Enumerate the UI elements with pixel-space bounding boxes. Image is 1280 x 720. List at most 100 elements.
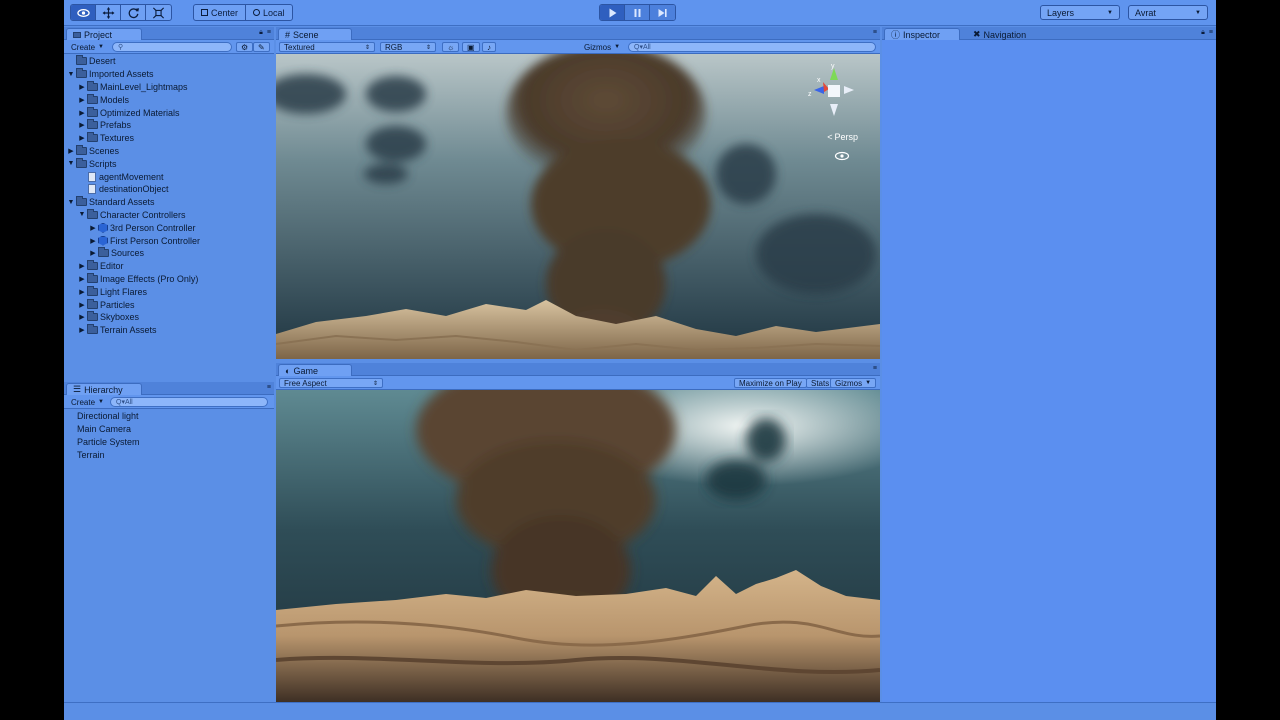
scale-tool-button[interactable] [146, 5, 171, 20]
collapse-arrow-icon[interactable]: ▶ [78, 301, 86, 309]
hierarchy-panel: ☰ Hierarchy ≡ Create ▼ Q▾All Directional… [64, 382, 274, 702]
project-tree-item[interactable]: ▼ Character Controllers [64, 208, 274, 222]
projection-toggle[interactable]: < Persp [827, 132, 858, 142]
lock-icon[interactable]: 🔒︎ [259, 29, 263, 37]
filter-by-type-button[interactable]: ⚙ [236, 42, 254, 52]
collapse-arrow-icon[interactable]: ▶ [78, 121, 86, 129]
scene-orientation-gizmo[interactable]: y z x [804, 62, 864, 122]
hierarchy-search-input[interactable]: Q▾All [110, 397, 268, 407]
hierarchy-item[interactable]: Particle System [64, 436, 274, 449]
scene-search-input[interactable]: Q▾All [628, 42, 876, 52]
project-create-dropdown[interactable]: Create ▼ [67, 42, 108, 52]
project-tree-item[interactable]: ▼ Imported Assets [64, 68, 274, 81]
hierarchy-create-dropdown[interactable]: Create ▼ [67, 397, 108, 407]
game-gizmos-dropdown[interactable]: Gizmos ▼ [830, 378, 877, 388]
menu-icon[interactable]: ≡ [1209, 29, 1213, 37]
project-tree-item[interactable]: agentMovement [64, 170, 274, 183]
local-icon [253, 9, 261, 16]
pivot-center-button[interactable]: Center [194, 5, 247, 20]
project-tree-item[interactable]: ▶ Scenes [64, 144, 274, 158]
tab-project[interactable]: Project [66, 28, 142, 40]
tree-item-label: Prefabs [100, 120, 132, 131]
project-tree-item[interactable]: ▶ First Person Controller [64, 234, 274, 247]
layout-dropdown[interactable]: Avrat ▼ [1128, 5, 1208, 20]
hierarchy-item[interactable]: Terrain [64, 448, 274, 461]
scene-visibility-toggle[interactable] [834, 151, 850, 163]
collapse-arrow-icon[interactable]: ▶ [89, 224, 97, 232]
tab-navigation[interactable]: ✖ Navigation [966, 28, 1042, 40]
hand-tool-button[interactable] [71, 5, 96, 20]
play-button[interactable] [600, 5, 625, 20]
collapse-arrow-icon[interactable]: ▶ [78, 313, 86, 321]
game-render [276, 390, 880, 702]
tab-hierarchy[interactable]: ☰ Hierarchy [66, 383, 142, 395]
lock-icon[interactable]: 🔒︎ [1201, 29, 1205, 37]
axis-gizmo-icon: y z x [808, 63, 854, 116]
tab-game[interactable]: ◐ Game [278, 364, 352, 376]
scene-viewport[interactable]: y z x < Persp [276, 54, 880, 359]
aspect-dropdown[interactable]: Free Aspect ⇕ [279, 378, 383, 388]
collapse-arrow-icon[interactable]: ▶ [78, 288, 86, 296]
project-tree-item[interactable]: destinationObject [64, 183, 274, 196]
filter-by-label-button[interactable]: ✎ [253, 42, 270, 52]
project-tree-item[interactable]: ▶ Skyboxes [64, 311, 274, 324]
project-tree-item[interactable]: ▶ Image Effects (Pro Only) [64, 272, 274, 286]
project-tree-item[interactable]: Desert [64, 55, 274, 68]
scene-effects-toggle[interactable]: ▣ [462, 42, 480, 52]
collapse-arrow-icon[interactable]: ▶ [67, 147, 75, 155]
project-tree-item[interactable]: ▶ Particles [64, 298, 274, 311]
collapse-arrow-icon[interactable]: ▶ [89, 249, 97, 257]
hierarchy-item[interactable]: Directional light [64, 410, 274, 423]
scene-lighting-toggle[interactable]: ☼ [442, 42, 460, 52]
project-tree-item[interactable]: ▼ Standard Assets [64, 196, 274, 209]
expand-arrow-icon[interactable]: ▼ [67, 71, 75, 78]
rotate-tool-button[interactable] [121, 5, 146, 20]
step-button[interactable] [650, 5, 675, 20]
collapse-arrow-icon[interactable]: ▶ [78, 109, 86, 117]
maximize-on-play-toggle[interactable]: Maximize on Play [734, 378, 807, 388]
menu-icon[interactable]: ≡ [873, 29, 877, 36]
expand-arrow-icon[interactable]: ▼ [78, 211, 86, 218]
scene-gizmos-dropdown[interactable]: Gizmos ▼ [580, 42, 624, 52]
expand-arrow-icon[interactable]: ▼ [67, 160, 75, 167]
dropdown-arrow-icon: ⇕ [425, 44, 431, 51]
collapse-arrow-icon[interactable]: ▶ [78, 83, 86, 91]
pivot-local-button[interactable]: Local [246, 5, 292, 20]
layers-dropdown[interactable]: Layers ▼ [1040, 5, 1120, 20]
project-tree-item[interactable]: ▶ Light Flares [64, 285, 274, 298]
menu-icon[interactable]: ≡ [873, 365, 877, 372]
game-viewport[interactable] [276, 390, 880, 702]
move-tool-button[interactable] [96, 5, 121, 20]
tree-item-label: Light Flares [100, 286, 148, 297]
expand-arrow-icon[interactable]: ▼ [67, 199, 75, 206]
menu-icon[interactable]: ≡ [267, 384, 271, 391]
project-tree-item[interactable]: ▶ Textures [64, 132, 274, 145]
eye-icon [834, 151, 850, 161]
project-tree-item[interactable]: ▶ Models [64, 93, 274, 106]
project-tree-item[interactable]: ▶ Prefabs [64, 119, 274, 132]
project-tree-item[interactable]: ▶ MainLevel_Lightmaps [64, 80, 274, 94]
collapse-arrow-icon[interactable]: ▶ [78, 134, 86, 142]
folder-icon [87, 80, 98, 91]
hierarchy-item[interactable]: Main Camera [64, 423, 274, 436]
project-tree-item[interactable]: ▶ Optimized Materials [64, 106, 274, 119]
collapse-arrow-icon[interactable]: ▶ [89, 237, 97, 245]
folder-icon [87, 119, 98, 130]
channel-dropdown[interactable]: RGB ⇕ [380, 42, 436, 52]
tab-inspector[interactable]: ⓘ Inspector [884, 28, 960, 40]
menu-icon[interactable]: ≡ [267, 29, 271, 37]
project-tree-item[interactable]: ▶ 3rd Person Controller [64, 221, 274, 234]
project-tree-item[interactable]: ▶ Terrain Assets [64, 324, 274, 337]
tab-scene[interactable]: # Scene [278, 28, 352, 40]
collapse-arrow-icon[interactable]: ▶ [78, 262, 86, 270]
project-tree-item[interactable]: ▶ Sources [64, 247, 274, 260]
scene-audio-toggle[interactable]: ♪ [482, 42, 496, 52]
pause-button[interactable] [625, 5, 650, 20]
collapse-arrow-icon[interactable]: ▶ [78, 275, 86, 283]
project-search-input[interactable]: ⚲ [112, 42, 232, 52]
collapse-arrow-icon[interactable]: ▶ [78, 96, 86, 104]
collapse-arrow-icon[interactable]: ▶ [78, 326, 86, 334]
project-tree-item[interactable]: ▶ Editor [64, 260, 274, 273]
render-mode-dropdown[interactable]: Textured ⇕ [279, 42, 375, 52]
project-tree-item[interactable]: ▼ Scripts [64, 157, 274, 170]
